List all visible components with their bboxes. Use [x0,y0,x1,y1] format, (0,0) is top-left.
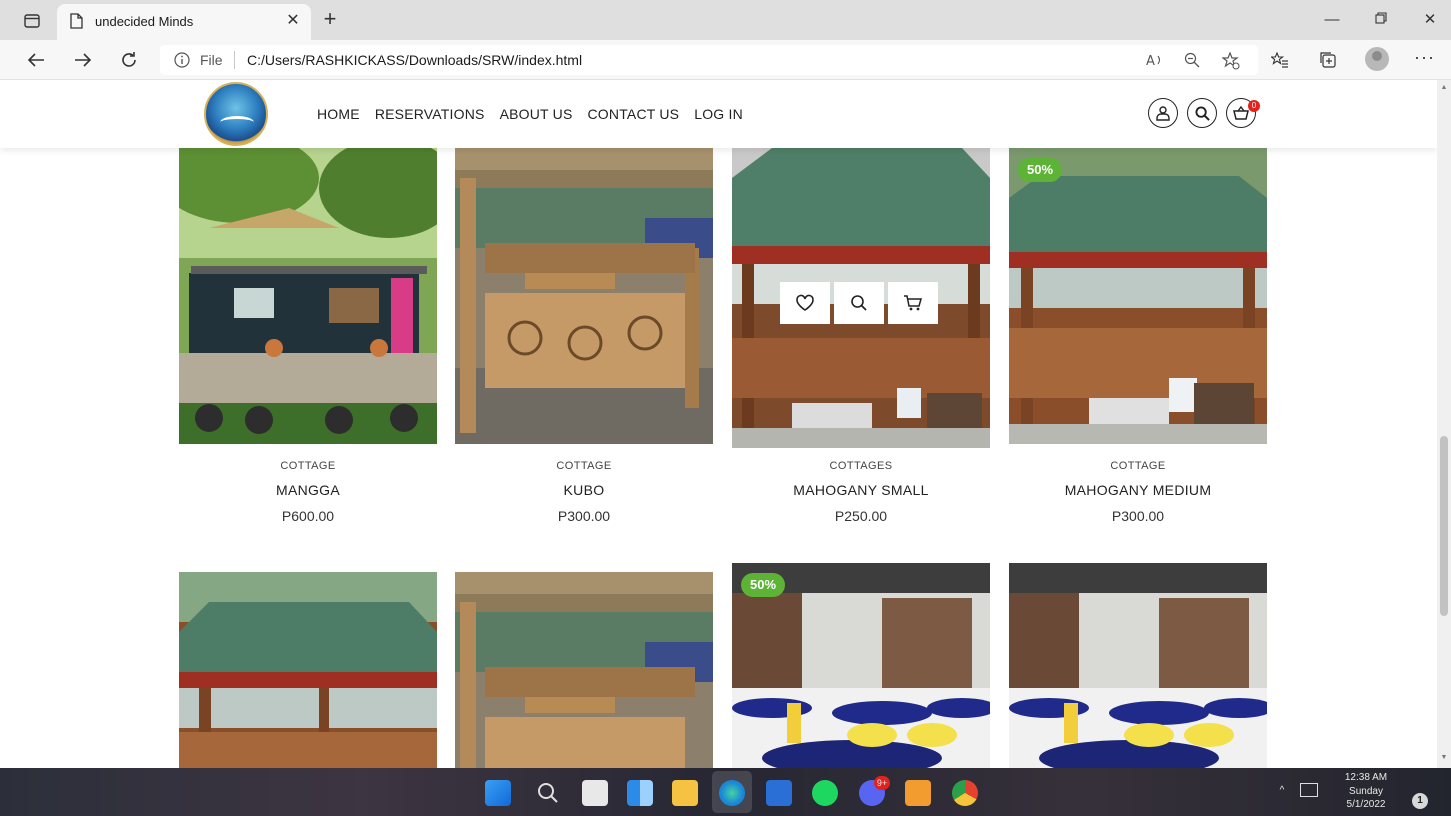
url-divider [234,51,235,69]
nav-home[interactable]: HOME [317,106,360,122]
taskbar: 9+ ^ 12:38 AM Sunday 5/1/2022 1 [0,768,1451,816]
chrome-icon[interactable] [952,780,978,806]
start-icon[interactable] [485,780,511,806]
address-bar[interactable]: File C:/Users/RASHKICKASS/Downloads/SRW/… [160,45,1258,75]
restore-icon[interactable] [1369,8,1393,32]
product-image-mangga[interactable] [179,148,437,444]
product-price: P600.00 [281,508,335,524]
spotify-icon[interactable] [812,780,838,806]
product-price: P300.00 [557,508,611,524]
product-image[interactable] [179,572,437,768]
add-to-cart-icon[interactable] [888,282,938,324]
product-category: COTTAGES [829,460,893,472]
new-tab-icon[interactable]: + [318,8,342,32]
search-icon[interactable] [1187,98,1217,128]
product-name[interactable]: KUBO [455,482,713,498]
account-icon[interactable] [1148,98,1178,128]
product-category: COTTAGE [280,460,336,472]
product-image-mahogany-medium[interactable] [1009,148,1267,444]
product-category: COTTAGE [1110,460,1166,472]
quick-actions [780,282,938,324]
product-image[interactable] [1009,563,1267,768]
add-favorite-icon[interactable] [1221,51,1240,75]
page-icon [69,13,83,34]
wishlist-heart-icon[interactable] [780,282,830,324]
tray-overflow-icon[interactable]: ^ [1275,785,1289,796]
edge-icon[interactable] [719,780,745,806]
browser-tab[interactable]: undecided Minds ✕ [57,4,311,40]
quick-view-search-icon[interactable] [834,282,884,324]
nav-contact-us[interactable]: CONTACT US [588,106,680,122]
site-info-icon[interactable] [174,52,190,73]
search-taskbar-icon[interactable] [535,780,561,806]
screen: undecided Minds ✕ + — ✕ File C:/Users/RA… [0,0,1451,816]
close-window-icon[interactable]: ✕ [1418,8,1442,32]
scroll-down-icon[interactable]: ▼ [1440,754,1448,762]
collections-icon[interactable] [1316,48,1340,72]
task-view-icon[interactable] [582,780,608,806]
zoom-out-icon[interactable] [1184,52,1200,73]
product-name[interactable]: MANGGA [179,482,437,498]
network-icon[interactable] [1300,783,1318,797]
tab-actions-icon[interactable] [18,10,46,32]
clock-day[interactable]: Sunday [1326,786,1406,797]
profile-avatar[interactable] [1365,47,1389,71]
scroll-up-icon[interactable]: ▲ [1440,84,1448,92]
tab-title: undecided Minds [95,14,194,29]
clock-date[interactable]: 5/1/2022 [1326,799,1406,810]
clock-time[interactable]: 12:38 AM [1326,772,1406,783]
scroll-thumb[interactable] [1440,436,1448,616]
nav-reservations[interactable]: RESERVATIONS [375,106,485,122]
notification-count[interactable]: 1 [1412,793,1428,809]
product-price: P300.00 [1111,508,1165,524]
minimize-icon[interactable]: — [1320,8,1344,32]
forward-icon[interactable] [70,47,96,73]
more-options-icon[interactable]: ··· [1414,47,1435,68]
back-icon[interactable] [23,47,49,73]
product-image[interactable] [455,572,713,768]
sale-badge: 50% [741,573,786,597]
sale-badge: 50% [1018,158,1063,182]
page-viewport: HOME RESERVATIONS ABOUT US CONTACT US LO… [0,80,1437,768]
store-icon[interactable] [766,780,792,806]
product-name[interactable]: MAHOGANY MEDIUM [1009,482,1267,498]
main-nav: HOME RESERVATIONS ABOUT US CONTACT US LO… [317,106,743,122]
product-category: COTTAGE [556,460,612,472]
product-price: P250.00 [834,508,888,524]
cart-count-badge: 0 [1248,100,1260,112]
nav-log-in[interactable]: LOG IN [694,106,743,122]
svg-text:A: A [1146,54,1155,68]
product-name[interactable]: MAHOGANY SMALL [732,482,990,498]
page-scrollbar[interactable]: ▲ ▼ [1437,80,1451,768]
resort-logo[interactable] [204,82,268,146]
url-scheme-label: File [200,52,223,68]
title-bar: undecided Minds ✕ + — ✕ [0,0,1451,40]
read-aloud-icon[interactable]: A [1146,52,1164,73]
product-image-kubo[interactable] [455,148,713,444]
discord-badge: 9+ [874,776,890,790]
address-toolbar: File C:/Users/RASHKICKASS/Downloads/SRW/… [0,40,1451,80]
refresh-icon[interactable] [116,47,142,73]
sublime-text-icon[interactable] [905,780,931,806]
file-explorer-icon[interactable] [672,780,698,806]
tab-close-icon[interactable]: ✕ [283,11,303,31]
nav-about-us[interactable]: ABOUT US [500,106,573,122]
site-header: HOME RESERVATIONS ABOUT US CONTACT US LO… [0,80,1437,148]
url-text[interactable]: C:/Users/RASHKICKASS/Downloads/SRW/index… [247,52,582,68]
widgets-icon[interactable] [627,780,653,806]
favorites-icon[interactable] [1268,48,1292,72]
